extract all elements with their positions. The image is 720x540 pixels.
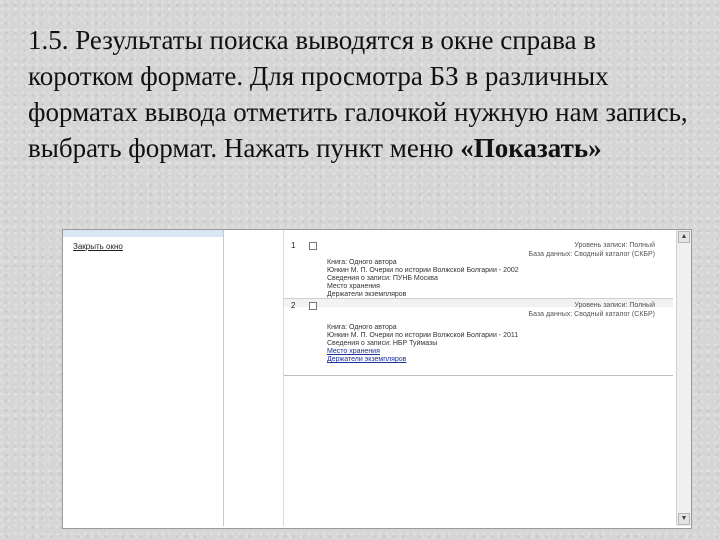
record-link[interactable]: Место хранения <box>327 348 659 356</box>
record-body: Книга: Одного автора Юнкин М. П. Очерки … <box>327 259 659 299</box>
record-number: 2 <box>291 301 296 310</box>
record-line: Сведения о записи: НБР Туймазы <box>327 340 438 347</box>
record-number: 1 <box>291 241 296 250</box>
record-line: Сведения о записи: ПУНБ Москва <box>327 275 438 282</box>
show-menu-item-name: «Показать» <box>460 133 602 163</box>
record-meta: Уровень записи: Полный База данных: Свод… <box>529 241 655 259</box>
record-line: Книга: Одного автора <box>327 324 397 331</box>
slide-instruction-text: 1.5. Результаты поиска выводятся в окне … <box>28 22 698 166</box>
record-body: Книга: Одного автора Юнкин М. П. Очерки … <box>327 324 659 364</box>
record-line: Юнкин М. П. Очерки по истории Волжской Б… <box>327 267 519 274</box>
results-end-line <box>283 375 673 376</box>
scroll-up-arrow-icon[interactable]: ▲ <box>678 231 690 243</box>
scroll-down-arrow-icon[interactable]: ▼ <box>678 513 690 525</box>
record-database: База данных: Сводный каталог (СКБР) <box>528 311 655 318</box>
record-separator <box>283 298 673 299</box>
record-level: Уровень записи: Полный <box>574 302 655 309</box>
record-level: Уровень записи: Полный <box>574 242 655 249</box>
record-line: Книга: Одного автора <box>327 259 397 266</box>
left-pane-header-strip <box>63 230 223 237</box>
record-checkbox[interactable] <box>309 302 317 310</box>
results-pane: 1 Уровень записи: Полный База данных: Св… <box>223 230 673 526</box>
record-line: Юнкин М. П. Очерки по истории Волжской Б… <box>327 332 519 339</box>
search-results-window: Закрыть окно 1 Уровень записи: Полный Ба… <box>62 229 692 529</box>
record-line: Место хранения <box>327 283 380 290</box>
vertical-scrollbar[interactable]: ▲ ▼ <box>676 230 691 526</box>
record-link[interactable]: Держатели экземпляров <box>327 356 659 364</box>
close-window-link[interactable]: Закрыть окно <box>73 242 123 251</box>
left-pane: Закрыть окно <box>63 230 224 526</box>
record-meta: Уровень записи: Полный База данных: Свод… <box>529 301 655 319</box>
record-database: База данных: Сводный каталог (СКБР) <box>528 251 655 258</box>
column-divider <box>283 230 284 526</box>
record-checkbox[interactable] <box>309 242 317 250</box>
